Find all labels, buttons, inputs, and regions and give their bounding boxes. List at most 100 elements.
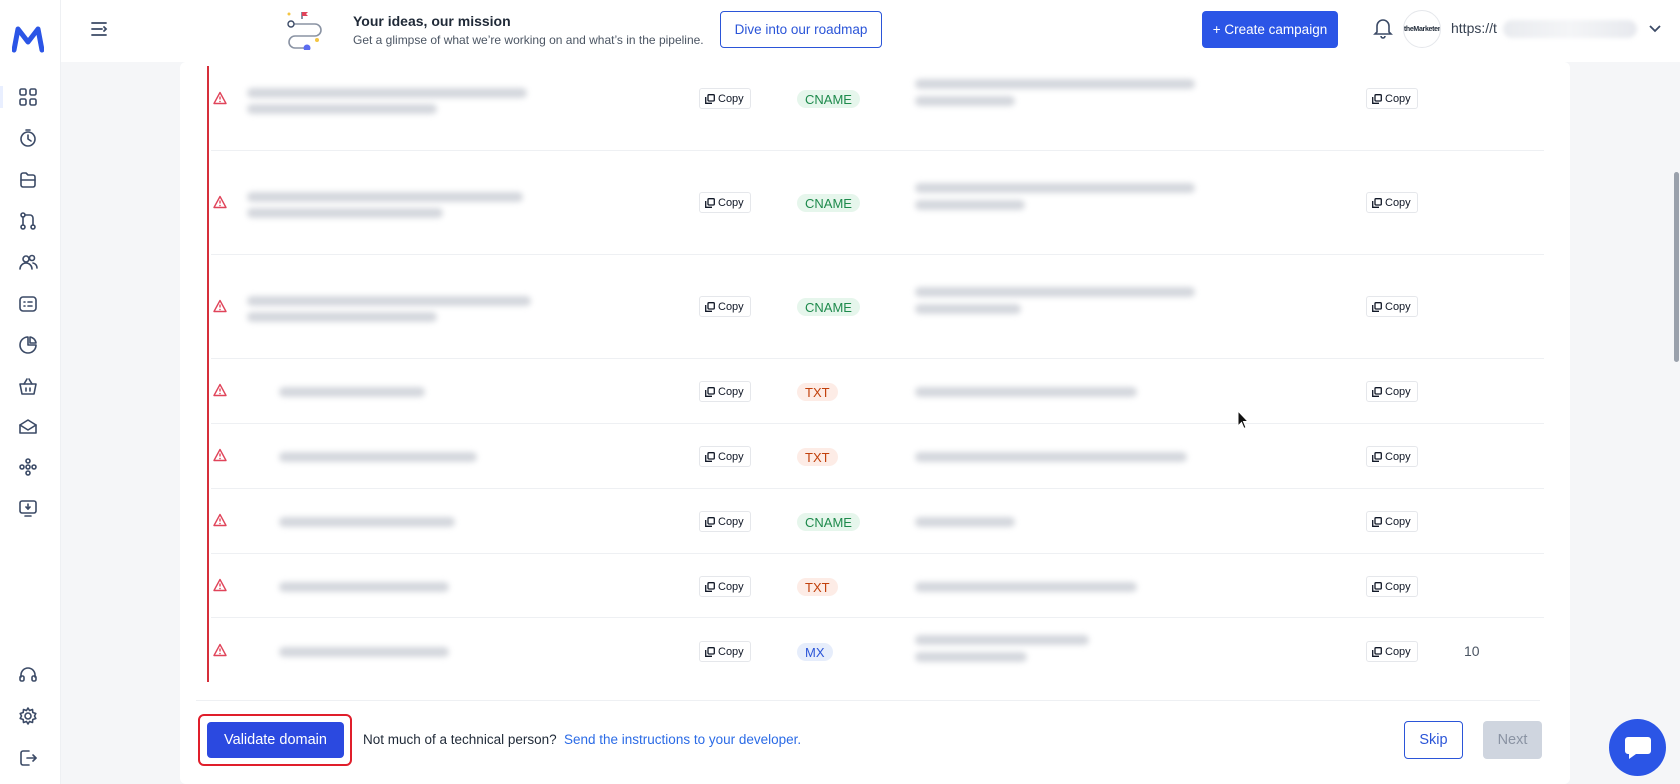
send-instructions-link[interactable]: Send the instructions to your developer. bbox=[564, 732, 801, 747]
skip-button[interactable]: Skip bbox=[1404, 721, 1463, 759]
dashboard-icon[interactable] bbox=[17, 86, 39, 108]
warning-icon bbox=[213, 195, 227, 209]
chevron-down-icon[interactable] bbox=[1647, 20, 1663, 36]
gear-icon[interactable] bbox=[17, 705, 39, 727]
record-host-redacted bbox=[279, 387, 425, 397]
record-type-badge: CNAME bbox=[797, 194, 860, 212]
copy-label: Copy bbox=[718, 580, 744, 593]
copy-label: Copy bbox=[718, 645, 744, 658]
copy-value-button[interactable]: Copy bbox=[1366, 381, 1418, 402]
copy-label: Copy bbox=[1385, 300, 1411, 313]
record-value-redacted bbox=[915, 96, 1015, 106]
copy-label: Copy bbox=[1385, 645, 1411, 658]
account-url[interactable]: https://t bbox=[1451, 20, 1497, 36]
record-type-badge: CNAME bbox=[797, 298, 860, 316]
copy-value-button[interactable]: Copy bbox=[1366, 511, 1418, 532]
copy-label: Copy bbox=[718, 515, 744, 528]
scrollbar[interactable] bbox=[1674, 172, 1679, 362]
copy-value-button[interactable]: Copy bbox=[1366, 296, 1418, 317]
copy-label: Copy bbox=[718, 300, 744, 313]
roadmap-button[interactable]: Dive into our roadmap bbox=[720, 11, 882, 48]
dns-record-row: Copy TXT Copy bbox=[211, 554, 1544, 618]
record-type-badge: TXT bbox=[797, 578, 838, 596]
copy-label: Copy bbox=[718, 385, 744, 398]
forms-icon[interactable] bbox=[17, 293, 39, 315]
copy-value-button[interactable]: Copy bbox=[1366, 576, 1418, 597]
headset-icon[interactable] bbox=[17, 664, 39, 686]
copy-label: Copy bbox=[1385, 580, 1411, 593]
dns-record-row: Copy CNAME Copy bbox=[211, 255, 1544, 359]
error-indicator-line bbox=[207, 66, 209, 682]
record-value-redacted bbox=[915, 183, 1195, 193]
next-button[interactable]: Next bbox=[1483, 721, 1542, 759]
record-value-redacted bbox=[915, 635, 1089, 645]
logout-icon[interactable] bbox=[17, 747, 39, 769]
avatar[interactable]: theMarketer bbox=[1403, 10, 1441, 48]
chat-icon[interactable] bbox=[1609, 719, 1666, 776]
record-host-redacted bbox=[247, 192, 523, 202]
copy-value-button[interactable]: Copy bbox=[1366, 88, 1418, 109]
record-value-redacted bbox=[915, 387, 1137, 397]
record-host-redacted bbox=[279, 452, 477, 462]
copy-value-button[interactable]: Copy bbox=[1366, 641, 1418, 662]
copy-label: Copy bbox=[718, 92, 744, 105]
record-value-redacted bbox=[915, 452, 1187, 462]
record-value-redacted bbox=[915, 582, 1137, 592]
folder-icon[interactable] bbox=[17, 169, 39, 191]
record-host-redacted bbox=[247, 296, 531, 306]
record-value-redacted bbox=[915, 517, 1015, 527]
footer-divider bbox=[196, 700, 1540, 701]
integrations-icon[interactable] bbox=[17, 456, 39, 478]
bell-icon[interactable] bbox=[1373, 17, 1395, 39]
record-type-badge: TXT bbox=[797, 383, 838, 401]
warning-icon bbox=[213, 91, 227, 105]
mail-icon[interactable] bbox=[17, 416, 39, 438]
monitor-icon[interactable] bbox=[17, 497, 39, 519]
copy-host-button[interactable]: Copy bbox=[699, 296, 751, 317]
menu-toggle-icon[interactable] bbox=[88, 18, 110, 40]
roadmap-illustration-icon bbox=[287, 12, 322, 50]
record-value-redacted bbox=[915, 287, 1195, 297]
record-priority: 10 bbox=[1464, 643, 1480, 659]
dns-record-row: Copy TXT Copy bbox=[211, 359, 1544, 424]
copy-value-button[interactable]: Copy bbox=[1366, 446, 1418, 467]
sidebar bbox=[0, 0, 61, 784]
not-technical-text: Not much of a technical person? bbox=[363, 732, 557, 747]
record-host-redacted bbox=[247, 88, 527, 98]
record-type-badge: CNAME bbox=[797, 90, 860, 108]
mouse-cursor-icon bbox=[1237, 410, 1249, 430]
record-host-redacted bbox=[247, 104, 437, 114]
account-url-redacted bbox=[1503, 20, 1637, 38]
contacts-icon[interactable] bbox=[17, 251, 39, 273]
record-value-redacted bbox=[915, 304, 1021, 314]
copy-host-button[interactable]: Copy bbox=[699, 88, 751, 109]
record-type-badge: TXT bbox=[797, 448, 838, 466]
warning-icon bbox=[213, 578, 227, 592]
create-campaign-button[interactable]: + Create campaign bbox=[1202, 11, 1338, 48]
warning-icon bbox=[213, 299, 227, 313]
copy-label: Copy bbox=[718, 450, 744, 463]
nav-active-indicator bbox=[0, 86, 3, 108]
copy-host-button[interactable]: Copy bbox=[699, 381, 751, 402]
copy-host-button[interactable]: Copy bbox=[699, 576, 751, 597]
basket-icon[interactable] bbox=[17, 376, 39, 398]
copy-host-button[interactable]: Copy bbox=[699, 446, 751, 467]
copy-host-button[interactable]: Copy bbox=[699, 192, 751, 213]
copy-label: Copy bbox=[1385, 450, 1411, 463]
validate-domain-button[interactable]: Validate domain bbox=[207, 722, 344, 758]
record-value-redacted bbox=[915, 200, 1025, 210]
dns-record-row: Copy CNAME Copy bbox=[211, 62, 1544, 151]
dns-record-row: Copy CNAME Copy bbox=[211, 151, 1544, 255]
dns-record-row: Copy CNAME Copy bbox=[211, 489, 1544, 554]
record-host-redacted bbox=[247, 312, 437, 322]
record-host-redacted bbox=[279, 647, 449, 657]
logo-icon[interactable] bbox=[12, 25, 44, 53]
copy-value-button[interactable]: Copy bbox=[1366, 192, 1418, 213]
record-host-redacted bbox=[279, 582, 449, 592]
copy-host-button[interactable]: Copy bbox=[699, 511, 751, 532]
record-value-redacted bbox=[915, 79, 1195, 89]
chart-icon[interactable] bbox=[17, 334, 39, 356]
clock-icon[interactable] bbox=[17, 127, 39, 149]
copy-host-button[interactable]: Copy bbox=[699, 641, 751, 662]
flow-icon[interactable] bbox=[17, 210, 39, 232]
